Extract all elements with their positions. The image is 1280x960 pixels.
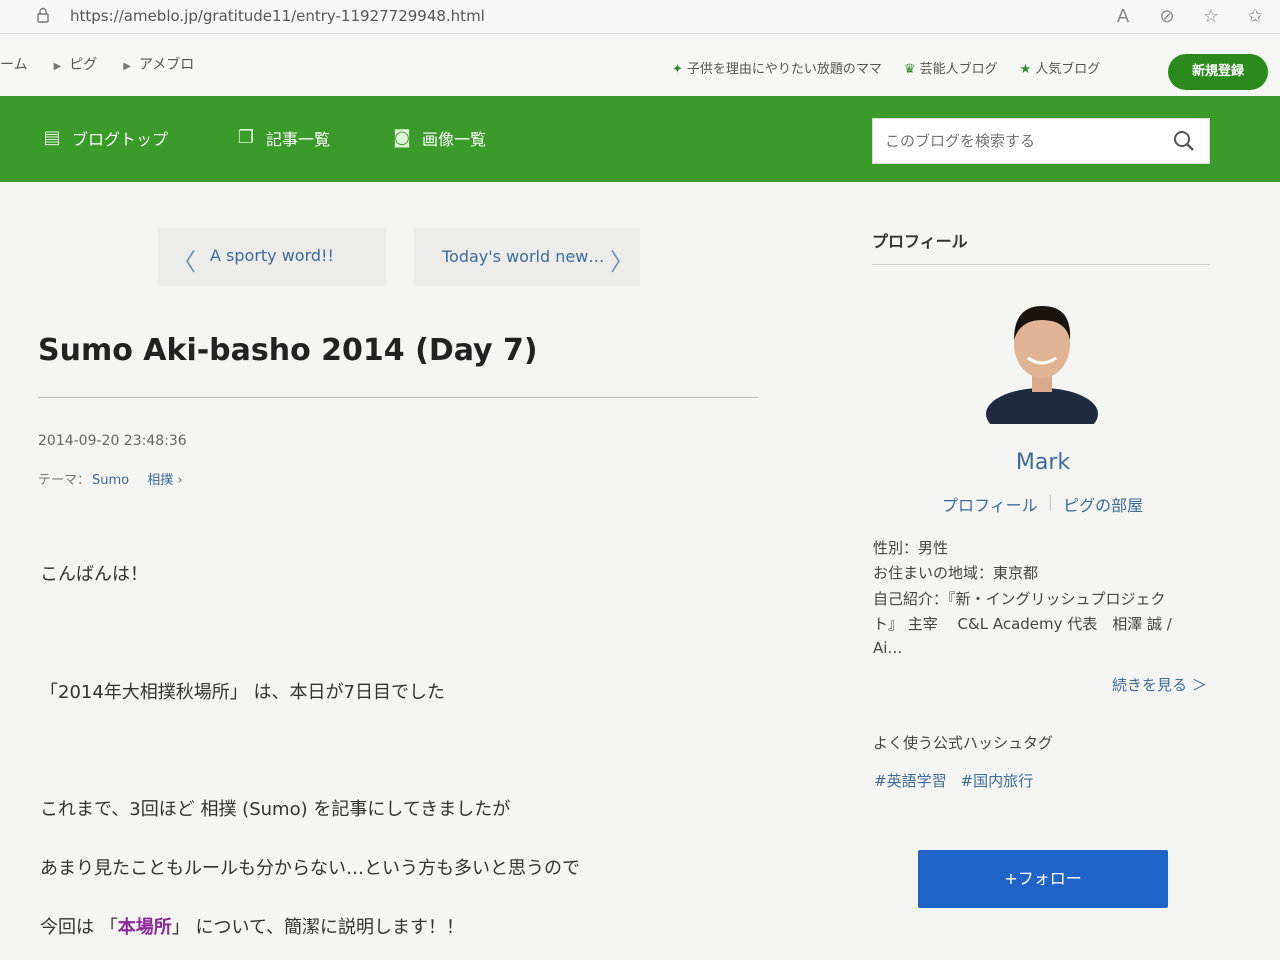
header-links: ✦ 子供を理由にやりたい放題のママ ♛ 芸能人ブログ ★ 人気ブログ xyxy=(672,58,1100,77)
profile-heading: プロフィール xyxy=(872,232,968,251)
triangle-right-icon: ▶ xyxy=(123,61,131,72)
profile-intro: ト』 主宰 C&L Academy 代表 相澤 誠 / xyxy=(873,615,1172,633)
profile-location: お住まいの地域：東京都 xyxy=(873,564,1039,582)
article-paragraph: こんばんは！ xyxy=(40,564,148,585)
follow-button[interactable]: +フォロー xyxy=(918,850,1168,908)
nav-blog-top[interactable]: ▤ ブログトップ xyxy=(42,126,168,150)
separator: | xyxy=(1047,492,1054,511)
trending-link[interactable]: ✦ 子供を理由にやりたい放題のママ xyxy=(672,58,882,77)
article-paragraph: これまで、3回ほど 相撲 (Sumo) を記事にしてきましたが xyxy=(40,799,511,820)
article-paragraph: あまり見たこともルールも分からない…という方も多いと思うので xyxy=(40,858,580,879)
theme-link-sumo[interactable]: Sumo xyxy=(92,473,129,488)
extension-icon[interactable]: ⊘ xyxy=(1156,6,1178,28)
title-divider xyxy=(38,397,758,398)
hashtag-list: #英語学習 #国内旅行 xyxy=(874,770,1033,791)
hashtag-link[interactable]: #国内旅行 xyxy=(961,770,1034,791)
article-paragraph: 今回は 「本場所」 について、簡潔に説明します！！ xyxy=(40,917,465,938)
search-icon[interactable] xyxy=(1173,130,1195,152)
prev-article-link[interactable]: 〈 A sporty word!! xyxy=(158,228,386,286)
header-crumbs: ーム ▶ ピグ ▶ アメブロ xyxy=(0,54,194,74)
popular-blog-link[interactable]: ★ 人気ブログ xyxy=(1020,58,1101,77)
camera-icon: ◙ xyxy=(393,127,411,148)
theme-link-sumo-jp[interactable]: 相撲 xyxy=(147,473,173,488)
profile-name[interactable]: Mark xyxy=(0,450,1280,475)
signup-button[interactable]: 新規登録 xyxy=(1168,54,1268,90)
hashtag-link[interactable]: #英語学習 xyxy=(874,770,947,791)
list-icon: ▤ xyxy=(43,127,61,148)
browser-address-bar: https://ameblo.jp/gratitude11/entry-1192… xyxy=(0,0,1280,34)
profile-divider xyxy=(872,264,1210,265)
profile-links: プロフィール | ピグの部屋 xyxy=(942,492,1143,516)
highlight-keyword: 本場所 xyxy=(117,917,172,938)
lock-icon xyxy=(37,7,49,23)
crumb-pigg[interactable]: ▶ ピグ xyxy=(54,54,98,74)
profile-intro: Ai… xyxy=(873,639,903,657)
article-date: 2014-09-20 23:48:36 xyxy=(38,433,187,449)
chevron-right-icon: 〉 xyxy=(610,248,634,276)
hashtag-heading: よく使う公式ハッシュタグ xyxy=(873,734,1054,752)
article-title: Sumo Aki-basho 2014 (Day 7) xyxy=(38,333,538,368)
url-field[interactable]: https://ameblo.jp/gratitude11/entry-1192… xyxy=(70,7,485,25)
article-paragraph: 「2014年大相撲秋場所」 は、本日が7日目でした xyxy=(40,682,445,703)
sparkle-icon: ✦ xyxy=(672,62,683,77)
profile-link[interactable]: プロフィール xyxy=(942,492,1038,516)
read-more-link[interactable]: 続きを見る ＞ xyxy=(1112,674,1207,695)
crumb-home[interactable]: ーム xyxy=(0,54,28,74)
pigg-room-link[interactable]: ピグの部屋 xyxy=(1063,492,1143,516)
nav-image-list[interactable]: ◙ 画像一覧 xyxy=(392,126,486,150)
copy-icon: ❐ xyxy=(237,127,255,148)
next-article-link[interactable]: Today's world new… 〉 xyxy=(414,228,640,286)
profile-gender: 性別：男性 xyxy=(873,539,949,557)
nav-article-list[interactable]: ❐ 記事一覧 xyxy=(236,126,330,150)
search-input[interactable] xyxy=(873,119,1153,163)
favorite-add-icon[interactable]: ☆ xyxy=(1200,6,1222,28)
blog-search xyxy=(872,118,1210,164)
profile-intro: 自己紹介：『新・イングリッシュプロジェク xyxy=(873,590,1166,608)
avatar[interactable] xyxy=(984,296,1100,424)
triangle-right-icon: ▶ xyxy=(53,61,62,72)
site-header: ーム ▶ ピグ ▶ アメブロ ✦ 子供を理由にやりたい放題のママ ♛ 芸能人ブログ ★ 人… xyxy=(0,34,1280,96)
blog-nav: ▤ ブログトップ ❐ 記事一覧 ◙ 画像一覧 xyxy=(0,96,1280,182)
favorites-icon[interactable]: ✩ xyxy=(1244,6,1266,28)
read-aloud-icon[interactable]: A xyxy=(1112,6,1134,28)
chevron-right-icon: › xyxy=(173,473,183,488)
crown-icon: ♛ xyxy=(903,62,916,77)
crumb-ameblo[interactable]: ▶ アメブロ xyxy=(123,54,194,74)
celebrity-blog-link[interactable]: ♛ 芸能人ブログ xyxy=(904,58,998,77)
chevron-left-icon: 〈 xyxy=(172,248,196,276)
star-icon: ★ xyxy=(1019,62,1032,77)
